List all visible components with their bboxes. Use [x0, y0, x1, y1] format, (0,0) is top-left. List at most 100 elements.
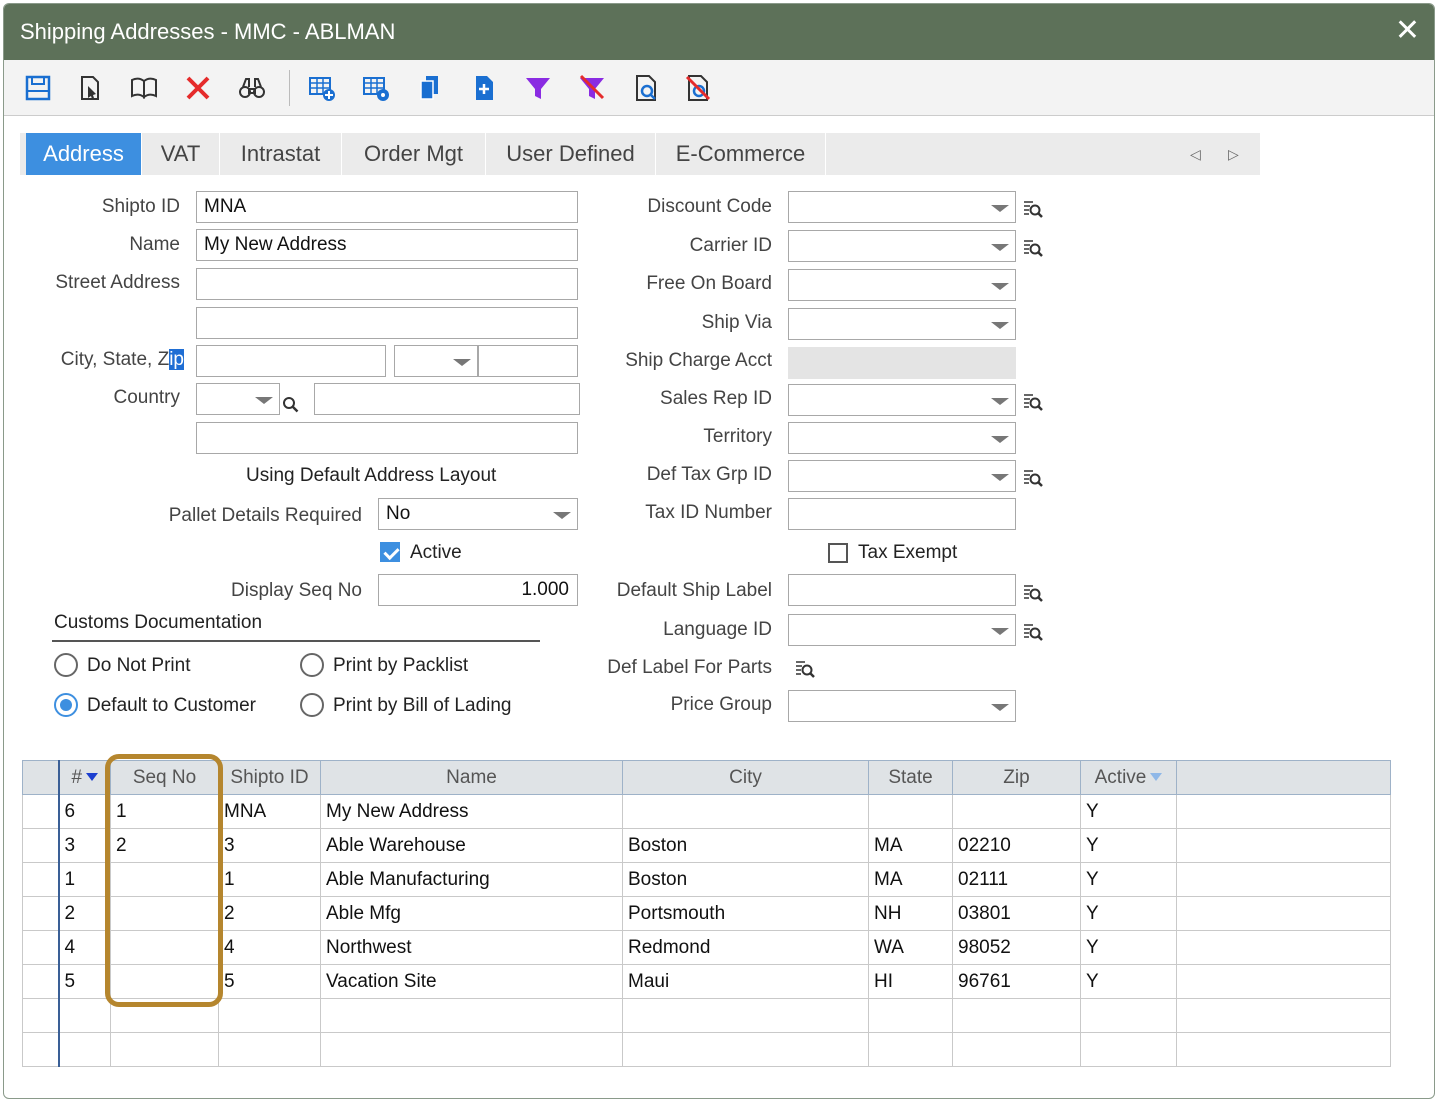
discount-code-dropdown[interactable]	[788, 191, 1016, 223]
cell-name[interactable]: My New Address	[320, 794, 623, 829]
table-row[interactable]: 3 2 3 Able Warehouse Boston MA 02210 Y	[22, 828, 1391, 863]
cell-number[interactable]	[58, 1032, 111, 1067]
cell-zip[interactable]	[952, 794, 1081, 829]
cell-state[interactable]	[868, 1032, 953, 1067]
cell-active[interactable]: Y	[1080, 930, 1177, 965]
save-icon[interactable]	[22, 72, 54, 104]
cell-zip[interactable]	[952, 998, 1081, 1033]
active-checkbox[interactable]	[380, 542, 400, 562]
table-row[interactable]: 5 5 Vacation Site Maui HI 96761 Y	[22, 964, 1391, 999]
book-icon[interactable]	[128, 72, 160, 104]
clear-filter-icon[interactable]	[576, 72, 608, 104]
ship-via-dropdown[interactable]	[788, 308, 1016, 340]
default-ship-label-input[interactable]	[788, 574, 1016, 606]
grid-settings-icon[interactable]	[360, 72, 392, 104]
zip-input[interactable]	[478, 345, 578, 377]
cell-active[interactable]	[1080, 998, 1177, 1033]
cell-shipto-id[interactable]	[218, 1032, 321, 1067]
column-header-city[interactable]: City	[622, 760, 869, 795]
column-header-zip[interactable]: Zip	[952, 760, 1081, 795]
cell-active[interactable]	[1080, 1032, 1177, 1067]
cell-city[interactable]: Boston	[622, 862, 869, 897]
row-selector-header[interactable]	[22, 760, 60, 795]
state-dropdown[interactable]	[394, 345, 478, 377]
default-to-customer-radio[interactable]	[54, 693, 78, 717]
def-tax-grp-dropdown[interactable]	[788, 460, 1016, 492]
cell-zip[interactable]: 02111	[952, 862, 1081, 897]
display-seq-input[interactable]: 1.000	[378, 574, 578, 606]
cell-shipto-id[interactable]: 1	[218, 862, 321, 897]
cell-zip[interactable]: 02210	[952, 828, 1081, 863]
tab-address[interactable]: Address	[26, 133, 142, 175]
print-by-packlist-radio[interactable]	[300, 653, 324, 677]
row-selector[interactable]	[22, 964, 60, 999]
cell-city[interactable]: Redmond	[622, 930, 869, 965]
free-on-board-dropdown[interactable]	[788, 269, 1016, 301]
table-row[interactable]: 6 1 MNA My New Address Y	[22, 794, 1391, 829]
cell-state[interactable]	[868, 794, 953, 829]
do-not-print-radio[interactable]	[54, 653, 78, 677]
carrier-id-lookup-icon[interactable]	[1022, 237, 1044, 259]
cell-number[interactable]	[58, 998, 111, 1033]
row-selector[interactable]	[22, 862, 60, 897]
cell-zip[interactable]: 03801	[952, 896, 1081, 931]
cell-zip[interactable]: 98052	[952, 930, 1081, 965]
tab-intrastat[interactable]: Intrastat	[220, 133, 342, 175]
discount-code-lookup-icon[interactable]	[1022, 198, 1044, 220]
cell-active[interactable]: Y	[1080, 862, 1177, 897]
filter-icon[interactable]	[522, 72, 554, 104]
binoculars-icon[interactable]	[236, 72, 268, 104]
territory-dropdown[interactable]	[788, 422, 1016, 454]
tab-user-defined[interactable]: User Defined	[486, 133, 656, 175]
sales-rep-id-dropdown[interactable]	[788, 384, 1016, 416]
cell-shipto-id[interactable]: 4	[218, 930, 321, 965]
tab-e-commerce[interactable]: E-Commerce	[656, 133, 826, 175]
cell-state[interactable]: MA	[868, 828, 953, 863]
column-header-name[interactable]: Name	[320, 760, 623, 795]
cell-number[interactable]: 4	[58, 930, 111, 965]
street-address-line1-input[interactable]	[196, 268, 578, 300]
row-selector[interactable]	[22, 998, 60, 1033]
pallet-details-dropdown[interactable]: No	[378, 498, 578, 530]
cell-name[interactable]: Able Manufacturing	[320, 862, 623, 897]
cell-state[interactable]	[868, 998, 953, 1033]
print-by-bill-of-lading-radio[interactable]	[300, 693, 324, 717]
cell-state[interactable]: HI	[868, 964, 953, 999]
cell-shipto-id[interactable]: 2	[218, 896, 321, 931]
default-ship-label-lookup-icon[interactable]	[1022, 582, 1044, 604]
cell-active[interactable]: Y	[1080, 794, 1177, 829]
tab-order-mgt[interactable]: Order Mgt	[342, 133, 486, 175]
cell-number[interactable]: 2	[58, 896, 111, 931]
cell-number[interactable]: 3	[58, 828, 111, 863]
cell-state[interactable]: WA	[868, 930, 953, 965]
cell-name[interactable]: Vacation Site	[320, 964, 623, 999]
cell-seq-no[interactable]	[110, 1032, 219, 1067]
cell-name[interactable]: Able Warehouse	[320, 828, 623, 863]
cell-state[interactable]: MA	[868, 862, 953, 897]
cell-name[interactable]	[320, 998, 623, 1033]
table-row[interactable]	[22, 998, 1391, 1033]
cell-zip[interactable]: 96761	[952, 964, 1081, 999]
cell-shipto-id[interactable]: 5	[218, 964, 321, 999]
cell-number[interactable]: 1	[58, 862, 111, 897]
row-selector[interactable]	[22, 930, 60, 965]
row-selector[interactable]	[22, 1032, 60, 1067]
sales-rep-lookup-icon[interactable]	[1022, 391, 1044, 413]
table-row[interactable]	[22, 1032, 1391, 1067]
cell-city[interactable]: Boston	[622, 828, 869, 863]
table-row[interactable]: 4 4 Northwest Redmond WA 98052 Y	[22, 930, 1391, 965]
edit-icon[interactable]	[74, 72, 106, 104]
country-extra-input[interactable]	[196, 422, 578, 454]
delete-icon[interactable]	[182, 72, 214, 104]
cell-name[interactable]: Northwest	[320, 930, 623, 965]
column-header-number[interactable]: #	[58, 760, 111, 795]
cell-shipto-id[interactable]: 3	[218, 828, 321, 863]
cell-name[interactable]	[320, 1032, 623, 1067]
shipto-id-input[interactable]: MNA	[196, 191, 578, 223]
tab-vat[interactable]: VAT	[142, 133, 220, 175]
row-selector[interactable]	[22, 828, 60, 863]
cell-active[interactable]: Y	[1080, 964, 1177, 999]
cell-city[interactable]	[622, 794, 869, 829]
grid-add-icon[interactable]	[306, 72, 338, 104]
cell-shipto-id[interactable]	[218, 998, 321, 1033]
